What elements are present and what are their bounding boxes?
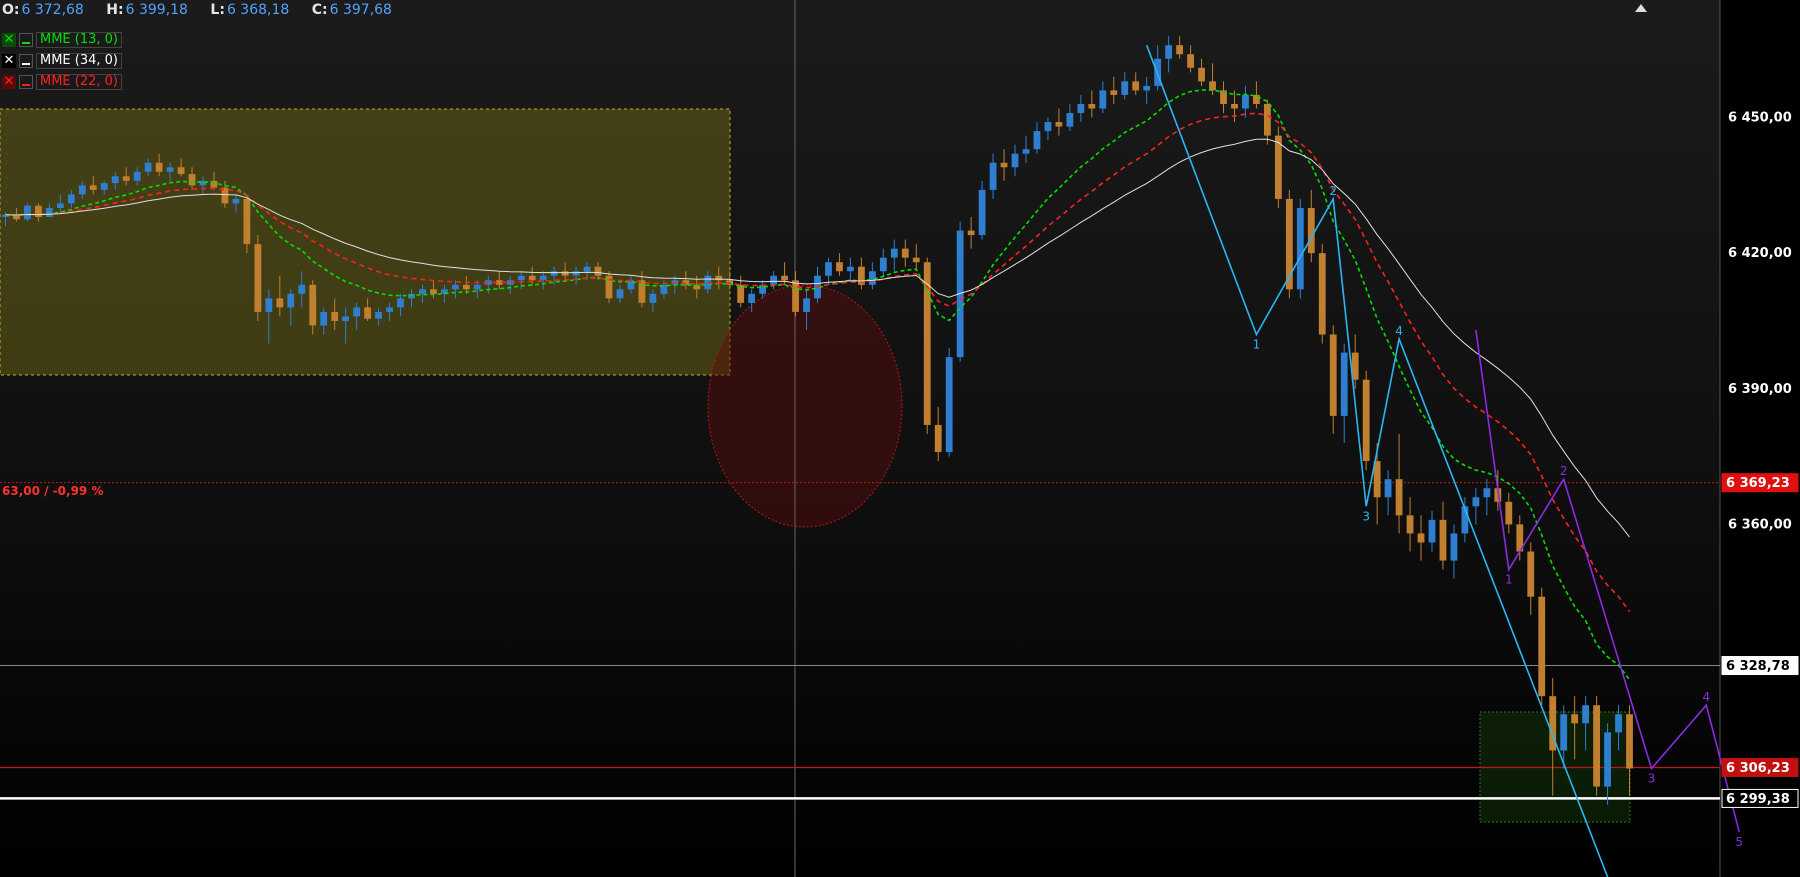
ema13-label: MME (13, 0) xyxy=(36,32,122,48)
candle xyxy=(1362,370,1370,471)
high-value: 6 399,18 xyxy=(125,2,188,18)
wave-blue-label: 1 xyxy=(1253,338,1261,352)
wave-purple-label: 3 xyxy=(1648,772,1656,786)
wave-purple-label: 1 xyxy=(1505,573,1513,587)
price-tag-label: 6 306,23 xyxy=(1726,761,1790,776)
ohlc-readout: O: 6 372,68 H: 6 399,18 L: 6 368,18 C: 6 397… xyxy=(2,2,392,18)
open-label: O: xyxy=(2,2,20,18)
wave-blue-label: 3 xyxy=(1362,509,1370,523)
remove-ema34-icon[interactable]: ✕ xyxy=(2,54,16,68)
high-label: H: xyxy=(106,2,124,18)
price-tag-label: 6 328,78 xyxy=(1726,659,1790,674)
remove-ema13-icon[interactable]: ✕ xyxy=(2,33,16,47)
wave-purple-label: 2 xyxy=(1560,464,1568,478)
y-tick-label: 6 420,00 xyxy=(1728,246,1792,261)
close-label: C: xyxy=(311,2,328,18)
candle xyxy=(945,348,953,457)
close-value: 6 397,68 xyxy=(329,2,392,18)
change-label: 63,00 / -0,99 % xyxy=(2,484,103,498)
candle xyxy=(24,203,31,222)
open-value: 6 372,68 xyxy=(21,2,84,18)
ema22-swatch-icon xyxy=(19,75,33,89)
consolidation-zone[interactable] xyxy=(0,108,731,376)
price-tag-label: 6 369,23 xyxy=(1726,476,1790,491)
remove-ema22-icon[interactable]: ✕ xyxy=(2,75,16,89)
y-tick-label: 6 390,00 xyxy=(1728,382,1792,397)
candle xyxy=(1538,587,1546,706)
ema34-label: MME (34, 0) xyxy=(36,53,122,69)
candle xyxy=(254,235,262,321)
price-chart[interactable]: 1234512345 6 450,006 420,006 390,006 360… xyxy=(0,0,1800,877)
wave-purple-label: 4 xyxy=(1703,690,1711,704)
ema34-swatch-icon xyxy=(19,54,33,68)
ema13-swatch-icon xyxy=(19,33,33,47)
price-tag-label: 6 299,38 xyxy=(1726,792,1790,807)
candle xyxy=(1296,198,1304,299)
candle xyxy=(1318,244,1326,344)
highlight-ellipse[interactable] xyxy=(707,284,903,528)
wave-purple-label: 5 xyxy=(1735,835,1743,849)
candle xyxy=(956,221,964,362)
candle xyxy=(1274,126,1282,208)
wave-blue-label: 2 xyxy=(1329,184,1337,198)
y-tick-label: 6 450,00 xyxy=(1728,111,1792,126)
candle xyxy=(605,271,613,303)
ema22-label: MME (22, 0) xyxy=(36,74,122,90)
legend-item-ema22[interactable]: ✕ MME (22, 0) xyxy=(2,73,122,91)
legend-item-ema13[interactable]: ✕ MME (13, 0) xyxy=(2,31,122,49)
y-tick-label: 6 360,00 xyxy=(1728,517,1792,532)
legend-item-ema34[interactable]: ✕ MME (34, 0) xyxy=(2,52,122,70)
wave-blue-label: 4 xyxy=(1395,324,1403,338)
candle xyxy=(1593,696,1600,796)
low-label: L: xyxy=(210,2,225,18)
low-value: 6 368,18 xyxy=(226,2,290,18)
